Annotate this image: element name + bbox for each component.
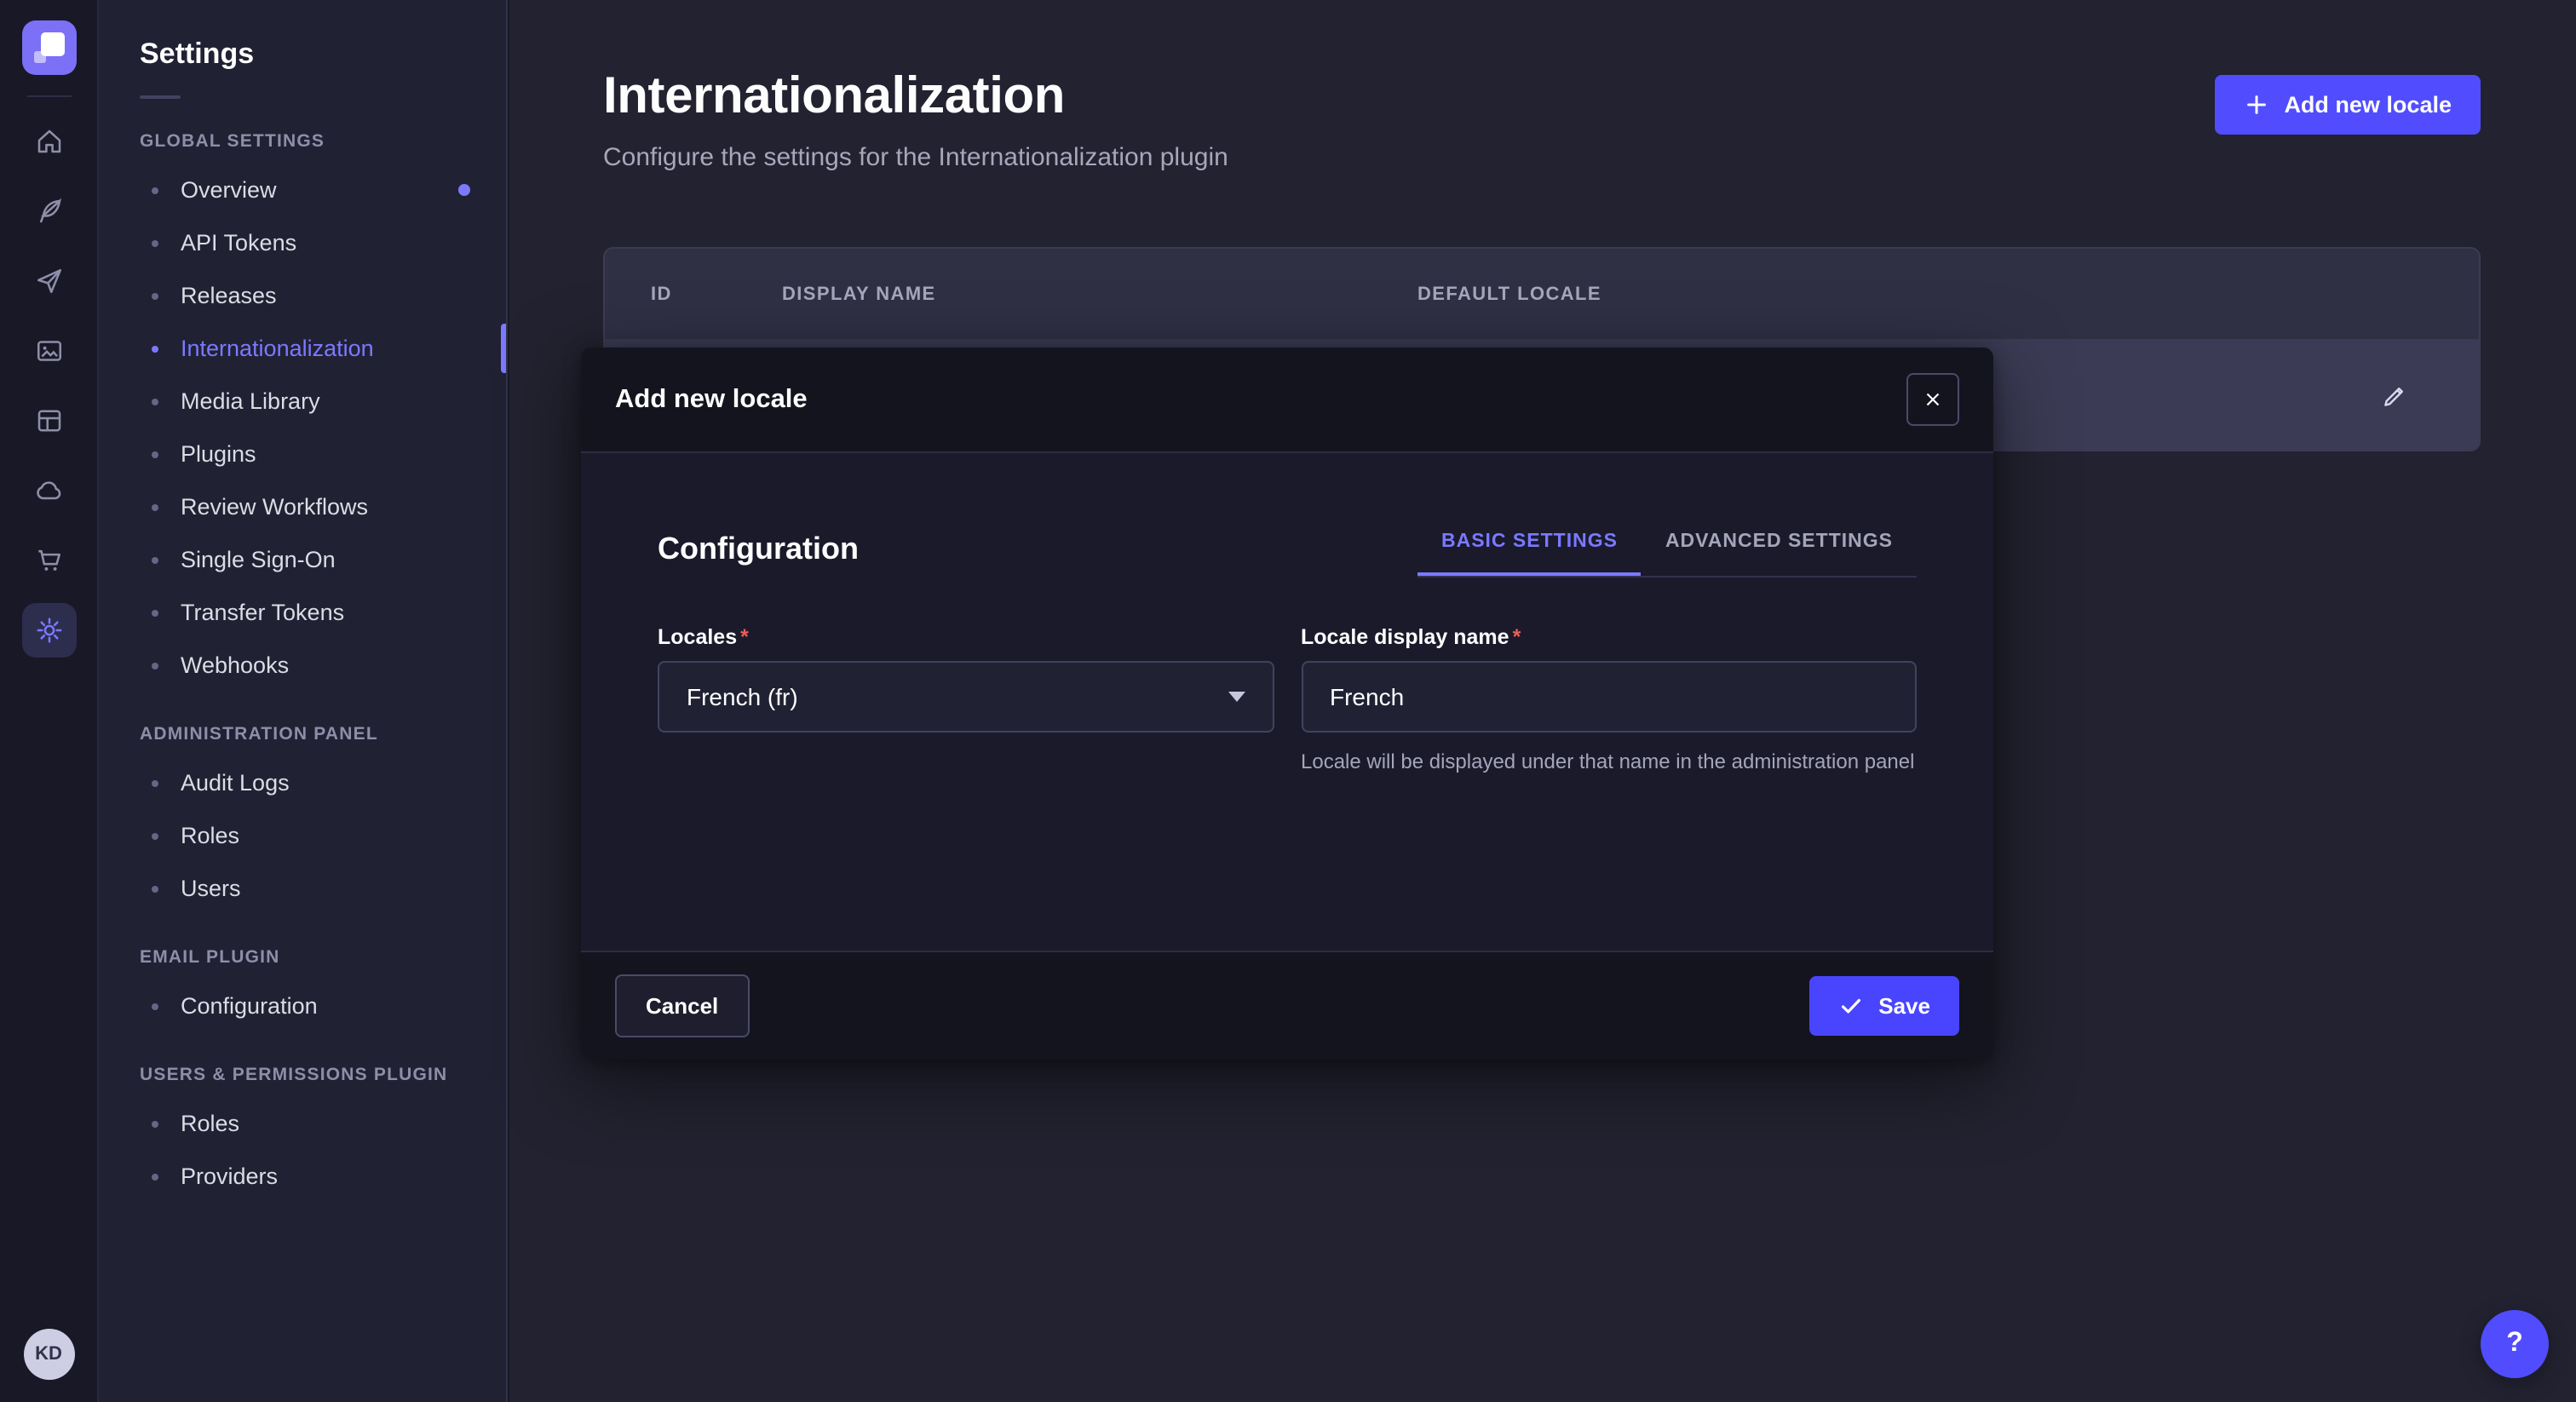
locales-label-text: Locales bbox=[658, 625, 737, 649]
sidebar-item-label: Configuration bbox=[181, 993, 318, 1019]
sidebar-item-api-tokens[interactable]: API Tokens bbox=[99, 216, 506, 269]
display-name-field: Locale display name * Locale will be dis… bbox=[1301, 625, 1917, 778]
sidebar-item-label: Media Library bbox=[181, 388, 320, 414]
strapi-logo-mark-shadow bbox=[33, 51, 45, 63]
sidebar-item-label: Plugins bbox=[181, 441, 256, 467]
bullet-icon bbox=[152, 662, 158, 669]
rail-divider bbox=[26, 95, 71, 97]
sidebar-item-label: Providers bbox=[181, 1164, 278, 1189]
sidebar-item-audit-logs[interactable]: Audit Logs bbox=[99, 756, 506, 809]
bullet-icon bbox=[152, 832, 158, 839]
sidebar-item-providers[interactable]: Providers bbox=[99, 1150, 506, 1203]
section-heading-administration-panel: ADMINISTRATION PANEL bbox=[99, 692, 506, 756]
modal-body: Configuration BASIC SETTINGS ADVANCED SE… bbox=[581, 453, 1993, 951]
bullet-icon bbox=[152, 779, 158, 786]
section-heading-users-permissions-plugin: USERS & PERMISSIONS PLUGIN bbox=[99, 1032, 506, 1097]
locales-label: Locales * bbox=[658, 625, 1274, 649]
cancel-button[interactable]: Cancel bbox=[615, 974, 749, 1037]
strapi-logo[interactable] bbox=[21, 20, 76, 75]
sidebar-item-label: Single Sign-On bbox=[181, 547, 336, 572]
add-locale-modal: Add new locale Configuration BASIC SETTI… bbox=[581, 348, 1993, 1060]
modal-title: Add new locale bbox=[615, 384, 808, 415]
sidebar-item-label: Releases bbox=[181, 283, 277, 308]
layout-icon[interactable] bbox=[21, 394, 76, 448]
configuration-title: Configuration bbox=[658, 531, 859, 567]
bullet-icon bbox=[152, 239, 158, 246]
bullet-icon bbox=[152, 187, 158, 193]
sidebar-item-webhooks[interactable]: Webhooks bbox=[99, 639, 506, 692]
chevron-down-icon bbox=[1228, 692, 1245, 702]
modal-footer: Cancel Save bbox=[581, 951, 1993, 1060]
paper-plane-icon[interactable] bbox=[21, 254, 76, 308]
feather-icon[interactable] bbox=[21, 184, 76, 238]
locale-form: Locales * French (fr) Locale display nam… bbox=[658, 625, 1917, 778]
sidebar-item-label: Overview bbox=[181, 177, 277, 203]
sidebar-item-label: Roles bbox=[181, 1111, 239, 1136]
bullet-icon bbox=[152, 609, 158, 616]
required-mark: * bbox=[740, 625, 749, 649]
bullet-icon bbox=[152, 292, 158, 299]
sidebar-item-up-roles[interactable]: Roles bbox=[99, 1097, 506, 1150]
sidebar-item-transfer-tokens[interactable]: Transfer Tokens bbox=[99, 586, 506, 639]
section-heading-global-settings: GLOBAL SETTINGS bbox=[99, 99, 506, 164]
sidebar-item-label: Webhooks bbox=[181, 652, 289, 678]
sidebar-item-label: Transfer Tokens bbox=[181, 600, 344, 625]
cloud-icon[interactable] bbox=[21, 463, 76, 518]
tab-basic-settings[interactable]: BASIC SETTINGS bbox=[1417, 521, 1642, 576]
sidebar-item-overview[interactable]: Overview bbox=[99, 164, 506, 216]
user-avatar[interactable]: KD bbox=[23, 1329, 74, 1380]
bullet-icon bbox=[152, 1173, 158, 1180]
check-icon bbox=[1837, 993, 1863, 1019]
save-button[interactable]: Save bbox=[1808, 976, 1959, 1036]
icon-rail: KD bbox=[0, 0, 99, 1402]
save-button-label: Save bbox=[1878, 993, 1930, 1019]
bullet-icon bbox=[152, 398, 158, 405]
locales-select[interactable]: French (fr) bbox=[658, 661, 1274, 733]
display-name-label: Locale display name * bbox=[1301, 625, 1917, 649]
sidebar-item-internationalization[interactable]: Internationalization bbox=[99, 322, 506, 375]
media-icon[interactable] bbox=[21, 324, 76, 378]
sidebar-item-users[interactable]: Users bbox=[99, 862, 506, 915]
app-root: KD Settings GLOBAL SETTINGS Overview API… bbox=[0, 0, 2576, 1402]
notification-dot bbox=[458, 184, 470, 196]
sidebar-item-label: Review Workflows bbox=[181, 494, 368, 520]
sidebar-item-label: Internationalization bbox=[181, 336, 374, 361]
configuration-row: Configuration BASIC SETTINGS ADVANCED SE… bbox=[658, 521, 1917, 577]
cart-icon[interactable] bbox=[21, 533, 76, 588]
bullet-icon bbox=[152, 503, 158, 510]
sidebar-item-label: Audit Logs bbox=[181, 770, 290, 796]
settings-sidebar: Settings GLOBAL SETTINGS Overview API To… bbox=[99, 0, 508, 1402]
sidebar-item-email-configuration[interactable]: Configuration bbox=[99, 980, 506, 1032]
close-icon[interactable] bbox=[1906, 373, 1959, 426]
gear-icon[interactable] bbox=[21, 603, 76, 658]
bullet-icon bbox=[152, 451, 158, 457]
home-icon[interactable] bbox=[21, 114, 76, 169]
sidebar-item-admin-roles[interactable]: Roles bbox=[99, 809, 506, 862]
sidebar-item-label: Users bbox=[181, 876, 241, 901]
sidebar-item-review-workflows[interactable]: Review Workflows bbox=[99, 480, 506, 533]
display-name-label-text: Locale display name bbox=[1301, 625, 1509, 649]
modal-tabs: BASIC SETTINGS ADVANCED SETTINGS bbox=[1417, 521, 1917, 577]
bullet-icon bbox=[152, 885, 158, 892]
tab-advanced-settings[interactable]: ADVANCED SETTINGS bbox=[1642, 521, 1917, 576]
locales-field: Locales * French (fr) bbox=[658, 625, 1274, 778]
sidebar-item-label: API Tokens bbox=[181, 230, 296, 256]
modal-header: Add new locale bbox=[581, 348, 1993, 453]
bullet-icon bbox=[152, 1003, 158, 1009]
section-heading-email-plugin: EMAIL PLUGIN bbox=[99, 915, 506, 980]
bullet-icon bbox=[152, 556, 158, 563]
display-name-input[interactable] bbox=[1301, 661, 1917, 733]
locales-select-value: French (fr) bbox=[687, 683, 798, 710]
required-mark: * bbox=[1513, 625, 1521, 649]
sidebar-item-single-sign-on[interactable]: Single Sign-On bbox=[99, 533, 506, 586]
display-name-hint: Locale will be displayed under that name… bbox=[1301, 748, 1917, 778]
sidebar-item-label: Roles bbox=[181, 823, 239, 848]
sidebar-title: Settings bbox=[99, 37, 506, 72]
sidebar-item-plugins[interactable]: Plugins bbox=[99, 428, 506, 480]
sidebar-item-releases[interactable]: Releases bbox=[99, 269, 506, 322]
bullet-icon bbox=[152, 1120, 158, 1127]
bullet-icon bbox=[152, 345, 158, 352]
sidebar-item-media-library[interactable]: Media Library bbox=[99, 375, 506, 428]
